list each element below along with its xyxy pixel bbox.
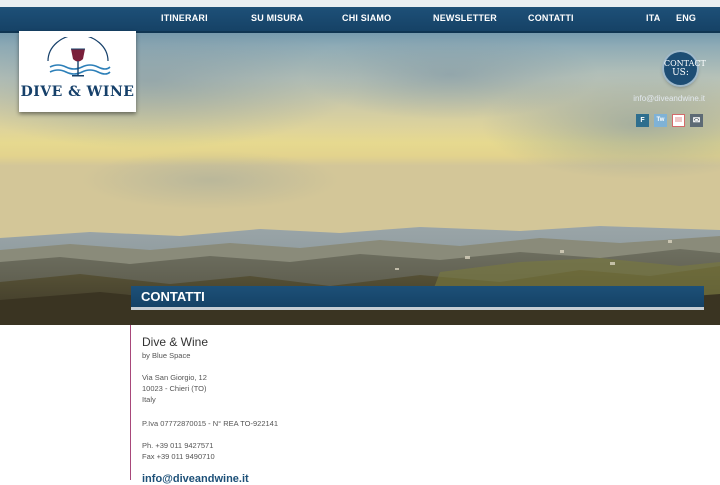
nav-su-misura[interactable]: SU MISURA	[251, 7, 303, 31]
company-name: Dive & Wine	[142, 335, 209, 349]
blog-icon-body	[675, 117, 682, 122]
phone-number: Ph. +39 011 9427571	[142, 441, 214, 450]
contact-us-badge[interactable]: CONTACT US:	[664, 52, 706, 85]
address-country: Italy	[142, 395, 156, 404]
wine-glass-logo-icon	[47, 37, 111, 77]
section-title: CONTATTI	[141, 289, 205, 304]
address-street: Via San Giorgio, 12	[142, 373, 207, 382]
nav-newsletter[interactable]: NEWSLETTER	[433, 7, 497, 31]
main-navigation: ITINERARI SU MISURA CHI SIAMO NEWSLETTER…	[0, 7, 720, 33]
blog-icon[interactable]	[672, 114, 685, 127]
logo-wordmark: DIVE & WINE	[20, 84, 135, 100]
nav-contatti[interactable]: CONTATTI	[528, 7, 574, 31]
content-divider	[130, 325, 131, 480]
company-subtitle: by Blue Space	[142, 351, 191, 360]
section-header: CONTATTI	[131, 286, 704, 310]
contact-email-link[interactable]: info@diveandwine.it	[142, 473, 249, 485]
nav-itinerari[interactable]: ITINERARI	[161, 7, 208, 31]
language-eng[interactable]: ENG	[676, 7, 696, 31]
flickr-icon[interactable]: F	[636, 114, 649, 127]
fax-number: Fax +39 011 9490710	[142, 452, 215, 461]
contact-badge-line1: CONTACT	[664, 59, 706, 68]
language-ita[interactable]: ITA	[646, 7, 660, 31]
address-city: 10023 - Chieri (TO)	[142, 384, 207, 393]
email-icon[interactable]: ✉	[690, 114, 703, 127]
vat-number: P.Iva 07772870015 - N° REA TO-922141	[142, 419, 279, 428]
contact-badge-line2: US:	[672, 68, 689, 78]
twitter-icon[interactable]: Tw	[654, 114, 667, 127]
header-email-link[interactable]: info@diveandwine.it	[618, 94, 705, 103]
site-logo[interactable]: DIVE & WINE	[19, 31, 136, 112]
nav-chi-siamo[interactable]: CHI SIAMO	[342, 7, 391, 31]
